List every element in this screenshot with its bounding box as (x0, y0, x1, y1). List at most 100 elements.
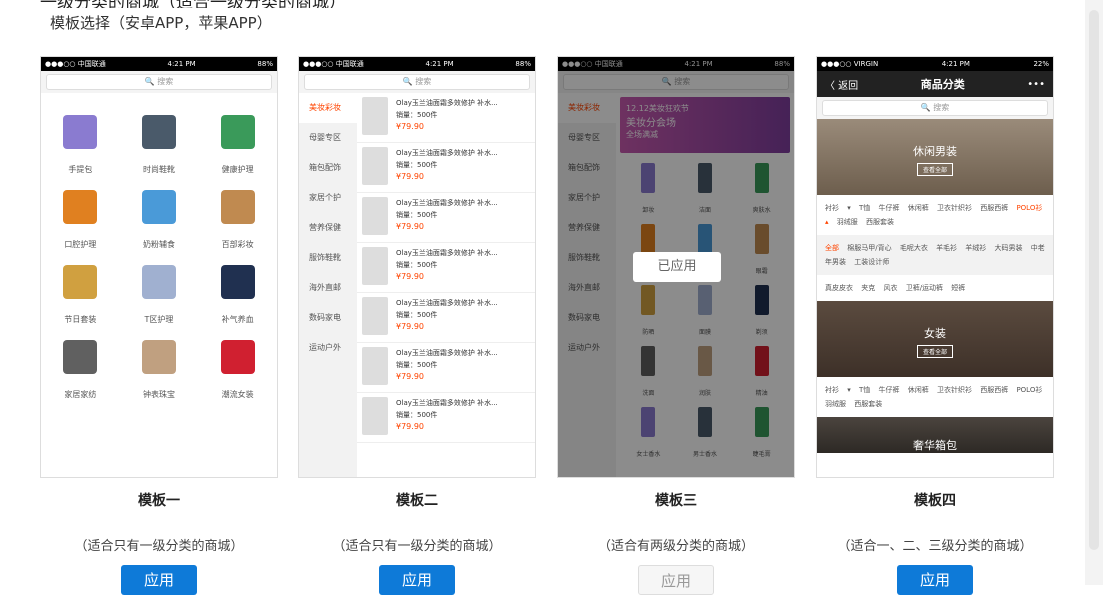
tag-item[interactable]: 羽绒服 (825, 400, 846, 408)
product-info: Olay玉兰油面霜多效修护 补水... 销量：500件 ¥79.90 (396, 197, 498, 238)
product-list: Olay玉兰油面霜多效修护 补水... 销量：500件 ¥79.90 Olay玉兰油面… (357, 93, 535, 477)
tag-item[interactable]: 风衣 (883, 284, 897, 292)
category-cell[interactable]: 口腔护理 (41, 190, 120, 251)
product-info: Olay玉兰油面霜多效修护 补水... 销量：500件 ¥79.90 (396, 147, 498, 188)
product-row[interactable]: Olay玉兰油面霜多效修护 补水... 销量：500件 ¥79.90 (357, 243, 535, 293)
category-label: 家居家纺 (64, 390, 97, 399)
status-bar: ●●●○○ 中国联通 4:21 PM 88% (299, 57, 535, 71)
tag-item[interactable]: 衬衫 ▾ (825, 204, 851, 212)
tag-item[interactable]: 卫衣针织衫 (937, 204, 972, 212)
product-row[interactable]: Olay玉兰油面霜多效修护 补水... 销量：500件 ¥79.90 (357, 143, 535, 193)
product-title: Olay玉兰油面霜多效修护 补水... (396, 399, 498, 407)
tag-item[interactable]: 工装设计师 (854, 258, 889, 266)
nav-bar: 〈 返回 商品分类 ••• (817, 71, 1053, 97)
sidebar-category[interactable]: 数码家电 (299, 303, 357, 333)
category-cell[interactable]: 手提包 (41, 115, 120, 176)
tag-item[interactable]: 全部 (825, 244, 839, 252)
category-cell[interactable]: 时尚鞋靴 (120, 115, 199, 176)
tag-item[interactable]: 羊绒衫 (965, 244, 986, 252)
template-preview-2: ●●●○○ 中国联通 4:21 PM 88% 🔍 搜索 美妆彩妆 母婴专区 箱包配饰家… (298, 56, 536, 478)
tag-item[interactable]: 牛仔裤 (879, 386, 900, 394)
product-icon (220, 265, 255, 299)
tag-item[interactable]: 毛呢大衣 (900, 244, 928, 252)
tag-item[interactable]: 真皮皮衣 (825, 284, 853, 292)
product-row[interactable]: Olay玉兰油面霜多效修护 补水... 销量：500件 ¥79.90 (357, 343, 535, 393)
product-icon (141, 190, 176, 224)
tag-item[interactable]: 棉服马甲/背心 (847, 244, 891, 252)
category-cell[interactable]: 节日套装 (41, 265, 120, 326)
tag-item[interactable]: 卫裤/运动裤 (906, 284, 943, 292)
product-title: Olay玉兰油面霜多效修护 补水... (396, 349, 498, 357)
search-bar: 🔍 搜索 (41, 71, 277, 93)
product-row[interactable]: Olay玉兰油面霜多效修护 补水... 销量：500件 ¥79.90 (357, 93, 535, 143)
product-row[interactable]: Olay玉兰油面霜多效修护 补水... 销量：500件 ¥79.90 (357, 193, 535, 243)
category-cell[interactable]: T区护理 (120, 265, 199, 326)
tag-item[interactable]: 卫衣针织衫 (937, 386, 972, 394)
tag-item[interactable]: 西服套装 (854, 400, 882, 408)
category-cell[interactable]: 钟表珠宝 (120, 340, 199, 401)
template-name-3: 模板三 (655, 493, 697, 509)
product-price: ¥79.90 (396, 422, 424, 431)
tag-item[interactable]: POLO衫 (1016, 386, 1042, 394)
tag-item[interactable]: 衬衫 ▾ (825, 386, 851, 394)
tag-item[interactable]: 夹克 (861, 284, 875, 292)
template-desc-3: （适合有两级分类的商城） (597, 539, 754, 554)
sidebar-category[interactable]: 家居个护 (299, 183, 357, 213)
category-cell[interactable]: 百部彩妆 (198, 190, 277, 251)
page-title: 模板选择（安卓APP，苹果APP） (50, 14, 272, 32)
sidebar-category[interactable]: 母婴专区 (299, 123, 357, 153)
sidebar-category[interactable]: 海外直邮 (299, 273, 357, 303)
apply-button-2[interactable]: 应用 (379, 565, 455, 595)
apply-button-1[interactable]: 应用 (121, 565, 197, 595)
product-icon (220, 190, 255, 224)
tag-list: 真皮皮衣 夹克 风衣 卫裤/运动裤 短裤 (817, 275, 1053, 301)
tag-list: 全部 棉服马甲/背心 毛呢大衣 羊毛衫 羊绒衫 大码男装 中老年男装 工装设计师 (817, 235, 1053, 275)
product-sales: 销量：500件 (396, 211, 438, 219)
tag-item[interactable]: 西服西裤 (980, 386, 1008, 394)
tag-item[interactable]: POLO衫 ▴ (825, 204, 1042, 226)
tag-item[interactable]: T恤 (859, 204, 870, 212)
product-price: ¥79.90 (396, 222, 424, 231)
tag-list: 衬衫 ▾ T恤 牛仔裤 休闲裤 卫衣针织衫 西服西裤 POLO衫 ▴ 羽绒服 西… (817, 195, 1053, 235)
tag-item[interactable]: 羽绒服 (837, 218, 858, 226)
tag-item[interactable]: T恤 (859, 386, 870, 394)
sidebar-category[interactable]: 美妆彩妆 (299, 93, 357, 123)
tag-item[interactable]: 大码男装 (995, 244, 1023, 252)
product-sales: 销量：500件 (396, 261, 438, 269)
product-image (362, 347, 388, 385)
category-cell[interactable]: 潮流女装 (198, 340, 277, 401)
product-title: Olay玉兰油面霜多效修护 补水... (396, 299, 498, 307)
category-cell[interactable]: 补气养血 (198, 265, 277, 326)
template-desc-4: （适合一、二、三级分类的商城） (837, 539, 1033, 554)
applied-badge: 已应用 (633, 252, 721, 282)
category-cell[interactable]: 家居家纺 (41, 340, 120, 401)
apply-button-3[interactable]: 应用 (638, 565, 714, 595)
tag-item[interactable]: 休闲裤 (908, 204, 929, 212)
tag-item[interactable]: 羊毛衫 (936, 244, 957, 252)
category-cell[interactable]: 奶粉辅食 (120, 190, 199, 251)
status-bar: ●●●○○ 中国联通 4:21 PM 88% (41, 57, 277, 71)
product-row[interactable]: Olay玉兰油面霜多效修护 补水... 销量：500件 ¥79.90 (357, 293, 535, 343)
sidebar-category[interactable]: 运动户外 (299, 333, 357, 363)
tag-item[interactable]: 休闲裤 (908, 386, 929, 394)
product-icon (141, 115, 176, 149)
product-image (362, 297, 388, 335)
apply-button-4[interactable]: 应用 (897, 565, 973, 595)
category-label: 补气养血 (221, 315, 254, 324)
product-image (362, 147, 388, 185)
product-row[interactable]: Olay玉兰油面霜多效修护 补水... 销量：500件 ¥79.90 (357, 393, 535, 443)
tag-item[interactable]: 西服西裤 (980, 204, 1008, 212)
category-cell[interactable]: 健康护理 (198, 115, 277, 176)
tag-item[interactable]: 短裤 (951, 284, 965, 292)
tag-item[interactable]: 牛仔裤 (879, 204, 900, 212)
scrollbar[interactable] (1085, 0, 1103, 585)
sidebar-category[interactable]: 营养保健 (299, 213, 357, 243)
product-image (362, 97, 388, 135)
product-sales: 销量：500件 (396, 311, 438, 319)
sidebar-category[interactable]: 服饰鞋靴 (299, 243, 357, 273)
tag-item[interactable]: 西服套装 (866, 218, 894, 226)
scrollbar-thumb[interactable] (1089, 10, 1099, 550)
category-label: 健康护理 (221, 165, 254, 174)
sidebar-category[interactable]: 箱包配饰 (299, 153, 357, 183)
product-sales: 销量：500件 (396, 361, 438, 369)
